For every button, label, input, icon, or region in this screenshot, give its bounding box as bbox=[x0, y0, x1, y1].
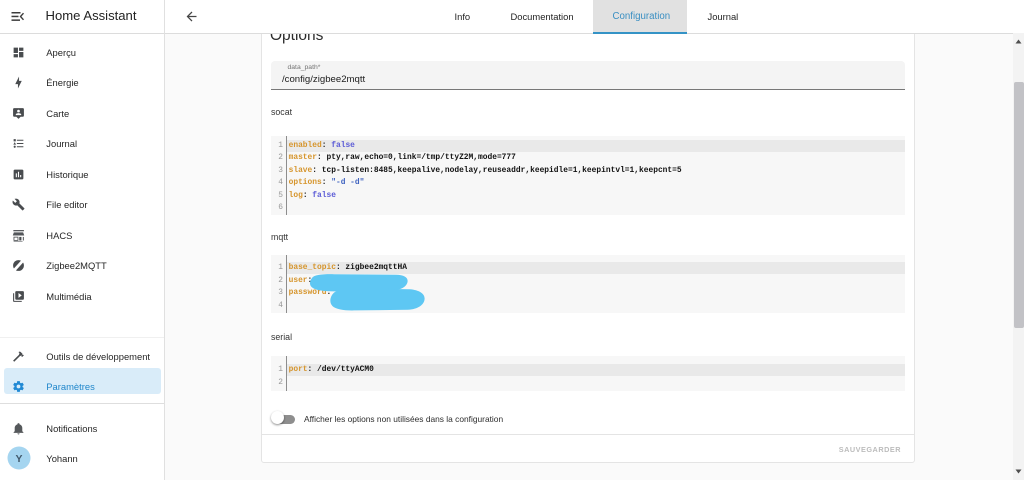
svg-text:Y: Y bbox=[15, 453, 22, 465]
